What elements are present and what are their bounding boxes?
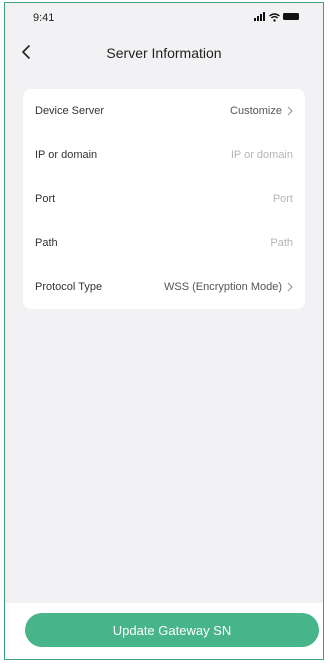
chevron-right-icon xyxy=(287,282,293,292)
status-time: 9:41 xyxy=(33,12,55,24)
protocol-type-value: WSS (Encryption Mode) xyxy=(164,281,293,293)
device-server-value-text: Customize xyxy=(230,105,282,117)
path-row: Path xyxy=(23,221,305,265)
ip-domain-label: IP or domain xyxy=(35,149,98,161)
ip-domain-input[interactable] xyxy=(153,149,293,161)
chevron-right-icon xyxy=(287,106,293,116)
protocol-type-row[interactable]: Protocol Type WSS (Encryption Mode) xyxy=(23,265,305,309)
update-gateway-sn-button[interactable]: Update Gateway SN xyxy=(25,613,319,647)
signal-icon xyxy=(254,12,265,21)
server-settings-card: Device Server Customize IP or domain Por… xyxy=(23,89,305,309)
protocol-type-value-text: WSS (Encryption Mode) xyxy=(164,281,282,293)
port-label: Port xyxy=(35,193,56,205)
device-server-row[interactable]: Device Server Customize xyxy=(23,89,305,133)
bottom-action-bar: Update Gateway SN xyxy=(5,603,323,659)
path-input[interactable] xyxy=(153,237,293,249)
system-icons xyxy=(254,12,299,22)
protocol-type-label: Protocol Type xyxy=(35,281,103,293)
navigation-bar: Server Information xyxy=(5,35,323,69)
device-server-value: Customize xyxy=(230,105,293,117)
port-input[interactable] xyxy=(153,193,293,205)
page-title: Server Information xyxy=(106,45,222,61)
device-server-label: Device Server xyxy=(35,105,105,117)
status-bar: 9:41 xyxy=(5,3,323,31)
port-row: Port xyxy=(23,177,305,221)
battery-icon xyxy=(283,13,299,20)
wifi-icon xyxy=(269,13,280,22)
path-label: Path xyxy=(35,237,58,249)
phone-screen: 9:41 Server Information Device Server Cu… xyxy=(4,2,324,660)
ip-domain-row: IP or domain xyxy=(23,133,305,177)
